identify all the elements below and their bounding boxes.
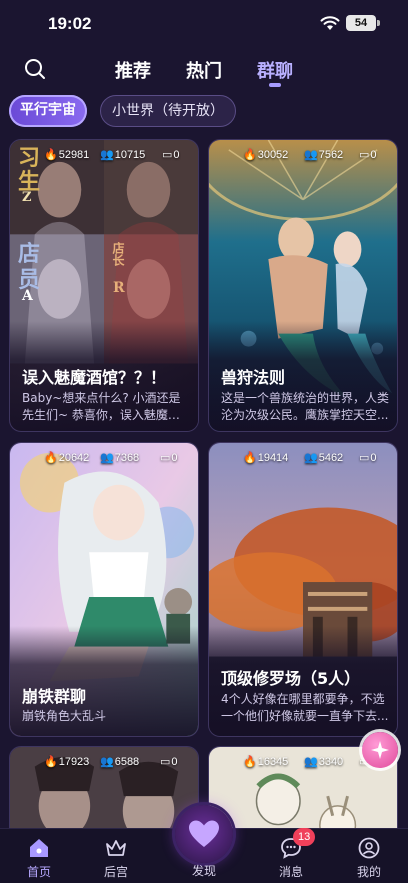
hot-count: 🔥20642 bbox=[44, 452, 90, 464]
status-bar: 19:02 54 bbox=[0, 0, 408, 48]
nav-home-label: 首页 bbox=[26, 865, 51, 879]
flame-icon: 🔥 bbox=[243, 149, 257, 161]
nav-harem[interactable]: 后宫 bbox=[86, 829, 146, 883]
card-title: 误入魅魔酒馆？？！ bbox=[22, 368, 167, 387]
nav-profile[interactable]: 我的 bbox=[339, 829, 399, 883]
card-stats: 🔥30052 👥7562 ▭0 bbox=[209, 148, 397, 164]
card-stats: 🔥17923 👥6588 ▭0 bbox=[10, 755, 198, 771]
crown-icon bbox=[106, 840, 126, 856]
poster-char: A bbox=[22, 288, 33, 304]
poster-char: 店长 bbox=[111, 242, 125, 266]
flame-icon: 🔥 bbox=[243, 452, 257, 464]
search-icon[interactable] bbox=[24, 58, 46, 80]
message-count: ▭0 bbox=[160, 756, 178, 768]
people-icon: 👥 bbox=[100, 452, 114, 464]
poster-char: Z bbox=[22, 190, 32, 205]
wifi-icon bbox=[320, 16, 340, 30]
people-icon: 👥 bbox=[304, 756, 318, 768]
create-fab-button[interactable] bbox=[362, 732, 398, 768]
hot-count: 🔥17923 bbox=[44, 756, 90, 768]
hot-count: 🔥19414 bbox=[243, 452, 289, 464]
card-title: 兽狩法则 bbox=[221, 368, 286, 387]
people-icon: 👥 bbox=[100, 149, 114, 161]
people-icon: 👥 bbox=[304, 452, 318, 464]
message-icon: ▭ bbox=[359, 149, 370, 161]
card-stats: 🔥19414 👥5462 ▭0 bbox=[209, 451, 397, 467]
home-icon bbox=[30, 839, 48, 857]
nav-discover-label: 发现 bbox=[191, 864, 216, 878]
member-count: 👥3340 bbox=[304, 756, 344, 768]
card-description: 4个人好像在哪里都要争，不选一个他们好像就要一直争下去... bbox=[221, 692, 389, 723]
card-title: 崩铁群聊 bbox=[22, 687, 87, 706]
message-count: ▭0 bbox=[162, 149, 180, 161]
group-card[interactable]: 🔥20642 👥7368 ▭0 崩铁群聊 崩铁角色大乱斗 bbox=[9, 442, 199, 737]
card-stats: 🔥52981 👥10715 ▭0 bbox=[10, 148, 198, 164]
flame-icon: 🔥 bbox=[44, 452, 58, 464]
status-time: 19:02 bbox=[48, 14, 92, 33]
nav-home[interactable]: 首页 bbox=[9, 829, 69, 883]
hot-count: 🔥52981 bbox=[44, 149, 90, 161]
sparkle-icon bbox=[371, 741, 389, 759]
message-icon: ▭ bbox=[162, 149, 173, 161]
profile-icon bbox=[358, 837, 380, 859]
active-tab-indicator bbox=[269, 83, 281, 87]
member-count: 👥10715 bbox=[100, 149, 146, 161]
member-count: 👥6588 bbox=[100, 756, 140, 768]
group-card[interactable]: 🔥30052 👥7562 ▭0 兽狩法则 这是一个兽族统治的世界，人类沦为次级公… bbox=[208, 139, 398, 432]
nav-messages-label: 消息 bbox=[278, 865, 303, 879]
battery-indicator: 54 bbox=[346, 15, 376, 31]
filter-small-world[interactable]: 小世界（待开放） bbox=[100, 95, 236, 127]
nav-harem-label: 后宫 bbox=[103, 865, 128, 879]
battery-nub bbox=[377, 20, 380, 26]
message-count: ▭0 bbox=[160, 452, 178, 464]
tab-hot[interactable]: 热门 bbox=[186, 57, 222, 83]
message-count: ▭0 bbox=[359, 452, 377, 464]
people-icon: 👥 bbox=[304, 149, 318, 161]
poster-char: R bbox=[113, 280, 125, 296]
message-icon: ▭ bbox=[160, 452, 171, 464]
card-description: 这是一个兽族统治的世界，人类沦为次级公民。鹰族掌控天空... bbox=[221, 391, 389, 422]
card-description: Baby~想来点什么? 小酒还是先生们~ 恭喜你，误入魅魔酒馆... bbox=[22, 391, 181, 422]
filter-parallel-universe[interactable]: 平行宇宙 bbox=[9, 95, 87, 127]
flame-icon: 🔥 bbox=[44, 756, 58, 768]
card-title: 顶级修罗场（5人） bbox=[221, 669, 361, 688]
heart-icon bbox=[189, 820, 219, 847]
message-count: ▭0 bbox=[359, 149, 377, 161]
discover-button[interactable] bbox=[175, 805, 233, 863]
card-stats: 🔥20642 👥7368 ▭0 bbox=[10, 451, 198, 467]
member-count: 👥7562 bbox=[304, 149, 344, 161]
flame-icon: 🔥 bbox=[243, 756, 257, 768]
top-nav: 推荐 热门 群聊 bbox=[0, 48, 408, 92]
tab-recommend[interactable]: 推荐 bbox=[115, 57, 151, 83]
group-card[interactable]: 习 生 Z 店 员 A 店长 R 🔥52981 👥10715 ▭0 误入魅魔酒馆… bbox=[9, 139, 199, 432]
hot-count: 🔥30052 bbox=[243, 149, 289, 161]
group-card[interactable]: 🔥19414 👥5462 ▭0 顶级修罗场（5人） 4个人好像在哪里都要争，不选… bbox=[208, 442, 398, 737]
unread-badge: 13 bbox=[293, 828, 316, 846]
nav-profile-label: 我的 bbox=[356, 865, 381, 879]
flame-icon: 🔥 bbox=[44, 149, 58, 161]
message-icon: ▭ bbox=[359, 452, 370, 464]
member-count: 👥7368 bbox=[100, 452, 140, 464]
member-count: 👥5462 bbox=[304, 452, 344, 464]
card-description: 崩铁角色大乱斗 bbox=[22, 709, 107, 723]
people-icon: 👥 bbox=[100, 756, 114, 768]
hot-count: 🔥16345 bbox=[243, 756, 289, 768]
message-icon: ▭ bbox=[160, 756, 171, 768]
tab-group-chat[interactable]: 群聊 bbox=[257, 57, 293, 83]
